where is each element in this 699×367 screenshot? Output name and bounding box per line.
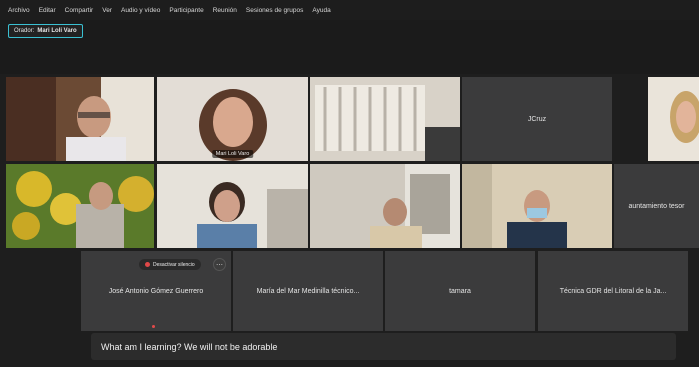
- video-tile-maria-mar[interactable]: María del Mar Medinilla técnico...: [233, 251, 383, 331]
- participant-name: JCruz: [527, 115, 547, 123]
- menu-ver[interactable]: Ver: [102, 7, 112, 14]
- menu-bar: Archivo Editar Compartir Ver Audio y víd…: [0, 0, 699, 20]
- video-tile-mari-loli[interactable]: Mari Loli Varo: [157, 77, 308, 161]
- participant-name: auntamiento tesor: [628, 202, 685, 210]
- video-tile-woman-blonde[interactable]: [648, 77, 699, 161]
- video-tile-tamara[interactable]: tamara: [385, 251, 535, 331]
- menu-sesiones-grupos[interactable]: Sesiones de grupos: [246, 7, 303, 14]
- video-feed: [310, 77, 460, 161]
- video-tile-man-mask[interactable]: [462, 164, 612, 248]
- menu-archivo[interactable]: Archivo: [8, 7, 30, 14]
- unmute-button[interactable]: Desactivar silencio: [139, 259, 201, 270]
- menu-ayuda[interactable]: Ayuda: [312, 7, 330, 14]
- speaker-label: Orador:: [14, 28, 35, 34]
- participant-name: José Antonio Gómez Guerrero: [108, 287, 204, 295]
- video-feed: [157, 77, 308, 161]
- menu-audio-video[interactable]: Audio y vídeo: [121, 7, 160, 14]
- participant-name: María del Mar Medinilla técnico...: [256, 287, 360, 295]
- video-tile-man-glasses[interactable]: [6, 77, 154, 161]
- video-feed: [462, 164, 612, 248]
- video-tile-ayuntamiento[interactable]: auntamiento tesor: [614, 164, 699, 248]
- video-feed: [310, 164, 460, 248]
- menu-compartir[interactable]: Compartir: [65, 7, 94, 14]
- video-tile-office-man[interactable]: [310, 164, 460, 248]
- unmute-label: Desactivar silencio: [153, 261, 195, 268]
- video-tile-jcruz[interactable]: JCruz: [462, 77, 612, 161]
- participant-name: Técnica GDR del Litoral de la Ja...: [559, 287, 667, 295]
- participant-name: Mari Loli Varo: [211, 150, 254, 158]
- video-feed: [157, 164, 308, 248]
- live-caption-bar: What am I learning? We will not be adora…: [91, 333, 676, 360]
- more-options-button[interactable]: ⋯: [213, 258, 226, 271]
- active-speaker-badge[interactable]: Orador: Mari Loli Varo: [8, 24, 83, 38]
- video-feed: [648, 77, 699, 161]
- mic-muted-icon: [145, 262, 150, 267]
- caption-indicator-icon: [152, 325, 155, 328]
- menu-editar[interactable]: Editar: [39, 7, 56, 14]
- speaker-name: Mari Loli Varo: [37, 28, 77, 34]
- video-tile-lemons-man[interactable]: [6, 164, 154, 248]
- participant-name: tamara: [449, 287, 471, 295]
- menu-reunion[interactable]: Reunión: [213, 7, 237, 14]
- video-feed: [6, 77, 154, 161]
- video-feed: [6, 164, 154, 248]
- video-tile-woman-glasses[interactable]: [157, 164, 308, 248]
- menu-participante[interactable]: Participante: [169, 7, 203, 14]
- video-tile-tecnica-gdr[interactable]: Técnica GDR del Litoral de la Ja...: [538, 251, 688, 331]
- caption-text: What am I learning? We will not be adora…: [101, 341, 278, 352]
- video-tile-blinds[interactable]: [310, 77, 460, 161]
